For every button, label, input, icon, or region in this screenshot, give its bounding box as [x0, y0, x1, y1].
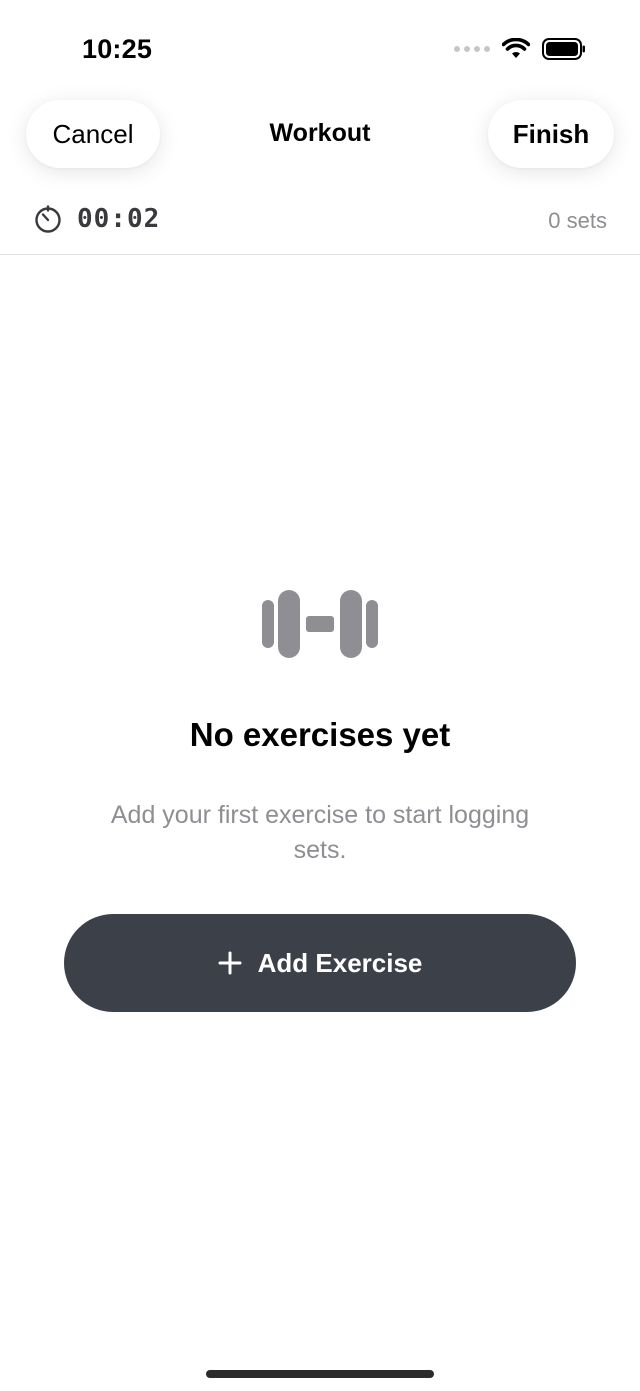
plus-icon [218, 951, 242, 975]
workout-summary-bar: 00:02 0 sets [0, 196, 640, 255]
sets-count: 0 sets [548, 208, 607, 233]
status-icons [454, 38, 586, 60]
wifi-icon [502, 38, 530, 58]
navigation-bar: Cancel Workout Finish [0, 96, 640, 172]
timer-icon [35, 205, 61, 233]
empty-state-subtitle: Add your first exercise to start logging… [110, 801, 530, 864]
home-indicator[interactable] [206, 1370, 434, 1378]
add-exercise-label: Add Exercise [257, 947, 423, 978]
empty-state: No exercises yet Add your first exercise… [0, 586, 640, 868]
status-bar: 10:25 [0, 0, 640, 90]
battery-icon [542, 38, 585, 60]
elapsed-time: 00:02 [77, 204, 161, 234]
elapsed-timer: 00:02 [33, 204, 160, 234]
empty-state-title: No exercises yet [189, 716, 451, 753]
add-exercise-button[interactable]: Add Exercise [64, 914, 576, 1012]
dumbbell-icon [262, 590, 378, 658]
finish-button[interactable]: Finish [488, 100, 614, 168]
status-time: 10:25 [82, 34, 153, 64]
cellular-signal-icon [454, 46, 490, 52]
